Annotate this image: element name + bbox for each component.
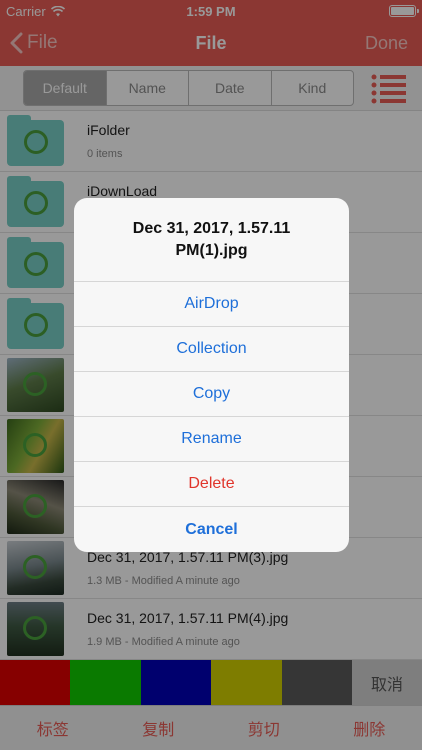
cancel-button[interactable]: Cancel xyxy=(74,507,349,552)
collection-button[interactable]: Collection xyxy=(74,327,349,372)
airdrop-button[interactable]: AirDrop xyxy=(74,282,349,327)
rename-button[interactable]: Rename xyxy=(74,417,349,462)
action-sheet: Dec 31, 2017, 1.57.11 PM(1).jpg AirDrop … xyxy=(74,198,349,552)
delete-action-button[interactable]: Delete xyxy=(74,462,349,507)
action-sheet-title: Dec 31, 2017, 1.57.11 PM(1).jpg xyxy=(74,198,349,282)
copy-action-button[interactable]: Copy xyxy=(74,372,349,417)
